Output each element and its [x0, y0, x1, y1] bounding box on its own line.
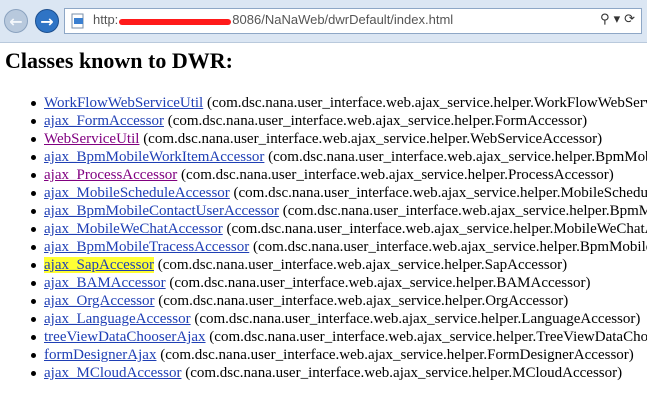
entry: ajax_FormAccessor	[44, 113, 164, 129]
bullet-icon	[31, 209, 36, 214]
class-link[interactable]: formDesignerAjax	[44, 347, 156, 363]
class-list-item: ajax_BpmMobileContactUserAccessor (com.d…	[5, 202, 647, 220]
class-link[interactable]: ajax_BpmMobileContactUserAccessor	[44, 203, 279, 219]
bullet-icon	[31, 137, 36, 142]
class-package: (com.dsc.nana.user_interface.web.ajax_se…	[190, 311, 641, 327]
class-link[interactable]: ajax_MCloudAccessor	[44, 365, 181, 381]
entry: ajax_MCloudAccessor	[44, 365, 181, 381]
class-package: (com.dsc.nana.user_interface.web.ajax_se…	[282, 203, 647, 219]
class-list-item: WebServiceUtil (com.dsc.nana.user_interf…	[5, 130, 647, 148]
class-package: (com.dsc.nana.user_interface.web.ajax_se…	[233, 185, 647, 201]
bullet-icon	[31, 263, 36, 268]
address-url[interactable]: http: 8086/NaNaWeb/dwrDefault/index.html	[93, 12, 453, 27]
class-list-item: ajax_BpmMobileWorkItemAccessor (com.dsc.…	[5, 148, 647, 166]
class-package: (com.dsc.nana.user_interface.web.ajax_se…	[163, 113, 588, 129]
class-list-item: ajax_OrgAccessor (com.dsc.nana.user_inte…	[5, 292, 647, 310]
page-title: Classes known to DWR:	[5, 48, 233, 73]
class-link[interactable]: WorkFlowWebServiceUtil	[44, 95, 203, 111]
class-list-item: ajax_SapAccessor (com.dsc.nana.user_inte…	[5, 256, 647, 274]
class-link[interactable]: ajax_SapAccessor	[44, 257, 154, 273]
entry: WorkFlowWebServiceUtil	[44, 95, 203, 111]
bullet-icon	[31, 155, 36, 160]
entry: ajax_LanguageAccessor	[44, 311, 191, 327]
class-list-item: ajax_ProcessAccessor (com.dsc.nana.user_…	[5, 166, 647, 184]
url-start: http:	[93, 12, 119, 27]
bullet-icon	[31, 353, 36, 358]
entry: ajax_MobileScheduleAccessor	[44, 185, 230, 201]
entry: ajax_BAMAccessor	[44, 275, 166, 291]
entry: ajax_MobileWeChatAccessor	[44, 221, 223, 237]
entry: ajax_BpmMobileContactUserAccessor	[44, 203, 279, 219]
class-package: (com.dsc.nana.user_interface.web.ajax_se…	[177, 167, 614, 183]
class-link[interactable]: ajax_BpmMobileWorkItemAccessor	[44, 149, 264, 165]
class-link[interactable]: ajax_LanguageAccessor	[44, 311, 191, 327]
class-link[interactable]: treeViewDataChooserAjax	[44, 329, 206, 345]
class-package: (com.dsc.nana.user_interface.web.ajax_se…	[156, 347, 634, 363]
bullet-icon	[31, 335, 36, 340]
bullet-icon	[31, 299, 36, 304]
class-link[interactable]: ajax_BAMAccessor	[44, 275, 166, 291]
class-list-item: treeViewDataChooserAjax (com.dsc.nana.us…	[5, 328, 647, 346]
class-list-item: ajax_MobileScheduleAccessor (com.dsc.nan…	[5, 184, 647, 202]
class-link[interactable]: ajax_MobileWeChatAccessor	[44, 221, 223, 237]
entry: formDesignerAjax	[44, 347, 156, 363]
class-package: (com.dsc.nana.user_interface.web.ajax_se…	[209, 329, 647, 345]
class-link[interactable]: ajax_FormAccessor	[44, 113, 164, 129]
bullet-icon	[31, 173, 36, 178]
class-list-item: ajax_FormAccessor (com.dsc.nana.user_int…	[5, 112, 647, 130]
entry: ajax_BpmMobileWorkItemAccessor	[44, 149, 264, 165]
class-link[interactable]: ajax_BpmMobileTracessAccessor	[44, 239, 249, 255]
highlighted-entry: ajax_SapAccessor	[44, 257, 154, 273]
class-package: (com.dsc.nana.user_interface.web.ajax_se…	[165, 275, 591, 291]
class-package: (com.dsc.nana.user_interface.web.ajax_se…	[268, 149, 647, 165]
bullet-icon	[31, 227, 36, 232]
page-content: Classes known to DWR: WorkFlowWebService…	[5, 44, 647, 396]
class-list: WorkFlowWebServiceUtil (com.dsc.nana.use…	[5, 94, 647, 382]
class-package: (com.dsc.nana.user_interface.web.ajax_se…	[226, 221, 647, 237]
class-package: (com.dsc.nana.user_interface.web.ajax_se…	[154, 293, 569, 309]
class-list-item: ajax_MCloudAccessor (com.dsc.nana.user_i…	[5, 364, 647, 382]
refresh-icon[interactable]: ⟳	[624, 12, 635, 27]
class-package: (com.dsc.nana.user_interface.web.ajax_se…	[253, 239, 647, 255]
entry: WebServiceUtil	[44, 131, 139, 147]
bullet-icon	[31, 281, 36, 286]
url-end: 8086/NaNaWeb/dwrDefault/index.html	[232, 12, 454, 27]
search-icon[interactable]: ⚲	[600, 12, 610, 27]
browser-toolbar: ← → http: 8086/NaNaWeb/dwrDefault/index.h…	[0, 0, 647, 43]
forward-arrow-icon: →	[40, 11, 54, 31]
class-package: (com.dsc.nana.user_interface.web.ajax_se…	[181, 365, 623, 381]
class-link[interactable]: ajax_ProcessAccessor	[44, 167, 177, 183]
class-list-item: ajax_MobileWeChatAccessor (com.dsc.nana.…	[5, 220, 647, 238]
class-link[interactable]: ajax_OrgAccessor	[44, 293, 155, 309]
redaction-mark	[119, 18, 232, 25]
entry: ajax_OrgAccessor	[44, 293, 155, 309]
back-arrow-icon: ←	[9, 11, 23, 31]
entry: treeViewDataChooserAjax	[44, 329, 206, 345]
class-list-item: ajax_LanguageAccessor (com.dsc.nana.user…	[5, 310, 647, 328]
forward-button[interactable]: →	[35, 9, 59, 33]
dropdown-icon[interactable]: ▾	[614, 12, 621, 27]
class-list-item: formDesignerAjax (com.dsc.nana.user_inte…	[5, 346, 647, 364]
class-package: (com.dsc.nana.user_interface.web.ajax_se…	[206, 95, 647, 111]
class-package: (com.dsc.nana.user_interface.web.ajax_se…	[139, 131, 603, 147]
address-tools: ⚲ ▾ ⟳	[600, 12, 635, 27]
bullet-icon	[31, 101, 36, 106]
bullet-icon	[31, 191, 36, 196]
class-list-item: WorkFlowWebServiceUtil (com.dsc.nana.use…	[5, 94, 647, 112]
bullet-icon	[31, 245, 36, 250]
class-list-item: ajax_BAMAccessor (com.dsc.nana.user_inte…	[5, 274, 647, 292]
class-link[interactable]: WebServiceUtil	[44, 131, 139, 147]
bullet-icon	[31, 119, 36, 124]
class-link[interactable]: ajax_MobileScheduleAccessor	[44, 185, 230, 201]
class-package: (com.dsc.nana.user_interface.web.ajax_se…	[153, 257, 568, 273]
entry: ajax_BpmMobileTracessAccessor	[44, 239, 249, 255]
entry: ajax_ProcessAccessor	[44, 167, 177, 183]
back-button[interactable]: ←	[4, 9, 28, 33]
page-icon	[71, 13, 84, 29]
bullet-icon	[31, 371, 36, 376]
bullet-icon	[31, 317, 36, 322]
class-list-item: ajax_BpmMobileTracessAccessor (com.dsc.n…	[5, 238, 647, 256]
address-bar[interactable]: http: 8086/NaNaWeb/dwrDefault/index.html …	[64, 8, 642, 34]
